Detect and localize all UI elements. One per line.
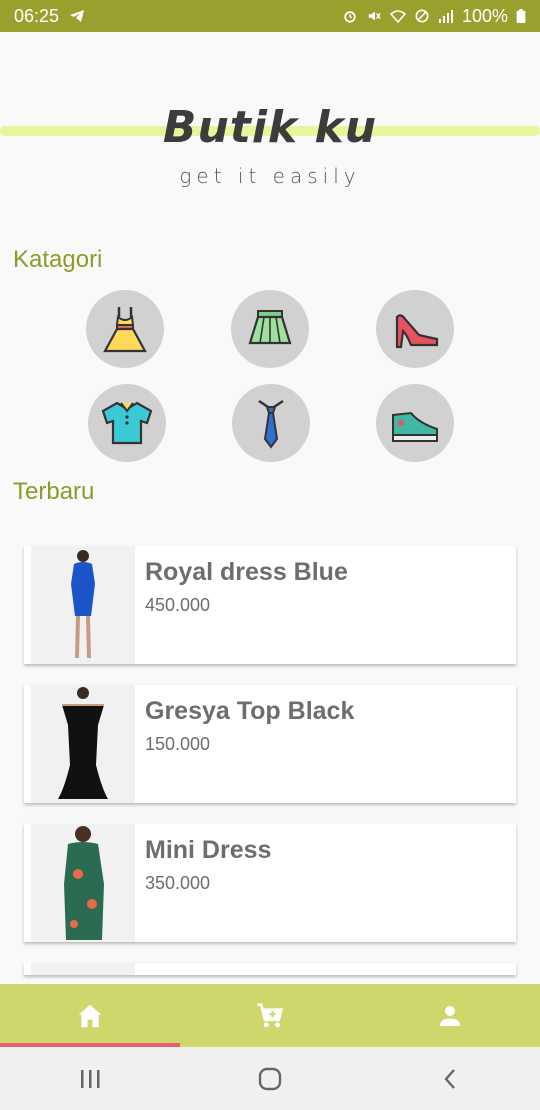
home-icon (78, 1004, 102, 1027)
recent-apps-icon (81, 1069, 100, 1088)
top-photo-icon (58, 687, 108, 799)
polo-shirt-icon (101, 401, 153, 445)
category-shirt[interactable] (88, 384, 166, 462)
category-heels[interactable] (376, 290, 454, 368)
battery-percent: 100% (461, 5, 508, 26)
main-content[interactable]: Butik ku get it easily Katagori Terbaru … (0, 32, 540, 984)
home-button[interactable] (180, 1047, 360, 1110)
status-time: 06:25 (14, 5, 60, 26)
system-navigation-bar (0, 1047, 540, 1110)
product-card[interactable]: Mini Dress 350.000 (24, 824, 516, 942)
product-image (31, 963, 135, 975)
dress-icon (103, 307, 147, 353)
telegram-icon (70, 10, 85, 22)
logo-tagline: get it easily (179, 164, 361, 188)
product-price: 350.000 (145, 873, 211, 893)
section-title-latest: Terbaru (13, 478, 95, 505)
product-card[interactable]: Royal dress Blue 450.000 (24, 546, 516, 664)
cart-icon (257, 1002, 284, 1027)
product-image (31, 824, 135, 942)
nav-home[interactable] (0, 984, 180, 1047)
person-icon (440, 1005, 460, 1026)
bottom-navigation (0, 984, 540, 1047)
product-card[interactable]: Gresya Top Black 150.000 (24, 685, 516, 803)
product-name: Royal dress Blue (145, 558, 348, 586)
high-heel-icon (395, 314, 439, 349)
dress-photo-icon (71, 550, 95, 659)
signal-icon (438, 10, 453, 23)
product-image (31, 685, 135, 803)
recent-apps-button[interactable] (0, 1047, 180, 1110)
product-name: Mini Dress (145, 836, 272, 864)
mute-icon (368, 11, 381, 21)
back-chevron-icon (444, 1068, 455, 1089)
product-image (31, 546, 135, 664)
sneaker-icon (392, 411, 438, 442)
tie-icon (258, 399, 284, 449)
back-button[interactable] (360, 1047, 540, 1110)
category-grid (80, 290, 472, 466)
product-card-partial[interactable] (24, 963, 516, 975)
category-sneakers[interactable] (376, 384, 454, 462)
category-dress[interactable] (86, 290, 164, 368)
do-not-disturb-icon (415, 9, 429, 23)
section-title-categories: Katagori (13, 246, 103, 273)
skirt-icon (248, 310, 292, 345)
nav-profile[interactable] (360, 984, 540, 1047)
battery-icon (516, 9, 526, 23)
category-skirt[interactable] (231, 290, 309, 368)
home-circle-icon (258, 1067, 282, 1090)
mini-dress-photo-icon (64, 826, 104, 940)
logo-brand-text: Butik ku (162, 102, 378, 153)
nav-cart[interactable] (180, 984, 360, 1047)
category-tie[interactable] (232, 384, 310, 462)
alarm-icon (344, 11, 356, 23)
app-logo: Butik ku get it easily (0, 102, 540, 222)
product-name: Gresya Top Black (145, 697, 355, 725)
product-list[interactable]: Royal dress Blue 450.000 Gresya Top Blac… (24, 546, 516, 984)
product-price: 450.000 (145, 595, 211, 615)
wifi-icon (389, 10, 406, 23)
status-bar: 06:25 100% (0, 0, 540, 32)
product-price: 150.000 (145, 734, 211, 754)
